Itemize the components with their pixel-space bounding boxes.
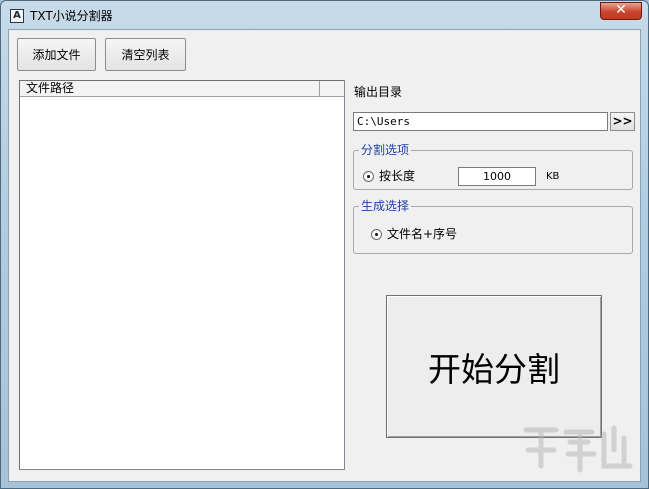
start-split-button[interactable]: 开始分割: [386, 295, 602, 438]
by-length-radio[interactable]: [363, 171, 374, 182]
add-file-button[interactable]: 添加文件: [17, 38, 96, 71]
split-options-group: 分割选项 按长度 1000 KB: [353, 143, 633, 190]
length-input[interactable]: 1000: [458, 167, 536, 186]
file-list-header: 文件路径: [20, 81, 344, 97]
file-list[interactable]: 文件路径: [19, 80, 345, 470]
split-options-legend: 分割选项: [359, 143, 412, 157]
generate-options-legend: 生成选择: [359, 199, 412, 213]
output-dir-input[interactable]: C:\Users: [353, 112, 608, 131]
generate-options-group: 生成选择 文件名+序号: [353, 199, 633, 254]
clear-list-button[interactable]: 清空列表: [105, 38, 186, 71]
app-icon: A: [10, 9, 24, 23]
length-unit: KB: [546, 171, 560, 182]
close-button[interactable]: ✕: [600, 2, 642, 20]
browse-button[interactable]: >>: [610, 112, 635, 131]
column-header-file-path[interactable]: 文件路径: [20, 81, 320, 96]
title-bar[interactable]: A TXT小说分割器 ✕: [1, 1, 648, 29]
client-area: 添加文件 清空列表 文件路径 输出目录 C:\Users >> 分割选项 按长度…: [8, 29, 641, 482]
filename-sequence-label[interactable]: 文件名+序号: [387, 227, 457, 241]
window-title: TXT小说分割器: [30, 9, 113, 23]
output-dir-label: 输出目录: [354, 85, 403, 99]
watermark-logo: [523, 425, 633, 473]
filename-sequence-radio[interactable]: [371, 229, 382, 240]
by-length-label[interactable]: 按长度: [379, 169, 415, 183]
main-window: A TXT小说分割器 ✕ 添加文件 清空列表 文件路径 输出目录 C:\User…: [0, 0, 649, 489]
close-icon: ✕: [615, 2, 627, 18]
